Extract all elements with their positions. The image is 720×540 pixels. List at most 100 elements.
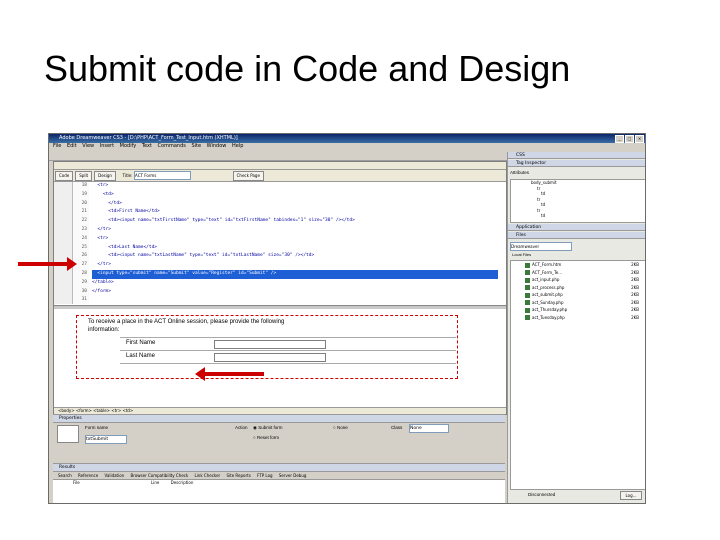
code-line: <tr> (92, 235, 109, 241)
line-number: 30 (81, 288, 87, 294)
menu-bar: File Edit View Insert Modify Text Comman… (49, 143, 507, 150)
properties-header[interactable]: Properties (53, 415, 505, 423)
menu-insert[interactable]: Insert (100, 143, 114, 149)
menu-window[interactable]: Window (207, 143, 227, 149)
file-size: 2KB (631, 269, 639, 275)
results-tabs: Search Reference Validation Browser Comp… (53, 472, 505, 480)
table-row-divider (120, 337, 456, 338)
line-number: 24 (81, 235, 87, 241)
first-name-label: First Name (126, 340, 156, 346)
maximize-icon[interactable]: □ (625, 135, 634, 143)
split-view-button[interactable]: Split (75, 171, 93, 181)
document-tabs (54, 162, 506, 170)
application-panel-header[interactable]: Application (508, 224, 645, 231)
menu-file[interactable]: File (53, 143, 61, 149)
title-input[interactable]: ACT Forms (134, 171, 192, 180)
column-description: Description (170, 480, 194, 485)
coding-toolbar (54, 182, 73, 304)
results-tab[interactable]: FTP Log (257, 473, 273, 478)
file-row[interactable]: act_Tuesday.php 2KB (511, 314, 645, 322)
line-numbers: 18 19 20 21 22 23 24 25 26 27 28 29 30 3… (73, 182, 89, 304)
file-row[interactable]: act_input.php 2KB (511, 276, 645, 284)
menu-site[interactable]: Site (191, 143, 201, 149)
file-name: act_process.php (532, 284, 565, 290)
reset-form-radio[interactable]: ○ Reset form (253, 435, 279, 440)
menu-commands[interactable]: Commands (158, 143, 186, 149)
file-size: 2KB (631, 262, 639, 267)
properties-panel: Properties Form name txtSubmit Action ◉ … (53, 414, 505, 463)
log-button[interactable]: Log... (620, 491, 642, 500)
code-line: </tr> (92, 226, 111, 232)
file-name: act_Thursday.php (532, 307, 568, 312)
table-row-divider (120, 363, 456, 364)
code-line: </tr> (92, 262, 111, 268)
results-tab[interactable]: Link Checker (194, 473, 220, 478)
file-size: 2KB (631, 299, 639, 305)
file-row[interactable]: act_Thursday.php 2KB (511, 306, 645, 314)
file-size: 2KB (631, 292, 639, 297)
tree-node[interactable]: td (511, 213, 645, 219)
files-panel-header[interactable]: Files (508, 232, 645, 239)
column-file: File (73, 480, 80, 485)
column-line: Line (150, 480, 160, 485)
results-tab[interactable]: Validation (104, 473, 124, 478)
results-tab[interactable]: Server Debug (279, 473, 307, 478)
file-name: act_Tuesday.php (532, 314, 565, 320)
file-name: ACT_Form_Te... (532, 269, 563, 275)
menu-text[interactable]: Text (142, 143, 152, 149)
file-row[interactable]: ACT_Form_Te... 2KB (511, 269, 645, 277)
line-number: 20 (81, 200, 87, 206)
right-panel-group: CSS Tag Inspector Attributes body_submit… (507, 152, 645, 503)
file-row[interactable]: act_submit.php 2KB (511, 291, 645, 299)
dreamweaver-window: Adobe Dreamweaver CS3 - [D:\PHP\ACT_Form… (48, 133, 646, 504)
none-radio[interactable]: ○ None (333, 425, 348, 430)
title-label: Title: (122, 173, 133, 178)
insert-toolbar (49, 150, 507, 161)
results-tab[interactable]: Search (58, 473, 72, 478)
results-tab[interactable]: Site Reports (226, 473, 250, 478)
menu-modify[interactable]: Modify (120, 143, 137, 149)
results-tab[interactable]: Browser Compatibility Check (131, 473, 189, 478)
results-columns: File Line Description (53, 480, 505, 486)
code-line: <td><input name="txtLastName" type="text… (92, 253, 315, 259)
document-panel: Code Split Design Title: ACT Forms Check P… (53, 161, 507, 415)
window-title-bar: Adobe Dreamweaver CS3 - [D:\PHP\ACT_Form… (49, 134, 645, 143)
results-header[interactable]: Results (53, 464, 505, 472)
class-label: Class (391, 425, 403, 430)
menu-view[interactable]: View (82, 143, 94, 149)
file-row[interactable]: act_Sunday.php 2KB (511, 299, 645, 307)
table-row-divider (120, 350, 456, 351)
results-tab[interactable]: Reference (78, 473, 98, 478)
none-label: None (336, 425, 348, 430)
submit-form-radio[interactable]: ◉ Submit form (253, 425, 282, 431)
design-view[interactable]: To receive a place in the ACT Online ses… (54, 309, 506, 407)
file-row[interactable]: ACT_Form.htm 2KB (511, 261, 645, 269)
code-view-button[interactable]: Code (55, 171, 74, 181)
line-number: 22 (81, 218, 87, 224)
menu-help[interactable]: Help (232, 143, 243, 149)
class-select[interactable]: None (409, 424, 449, 433)
first-name-field[interactable] (214, 340, 326, 349)
last-name-label: Last Name (126, 353, 156, 359)
check-page-button[interactable]: Check Page (232, 171, 264, 181)
code-line: </td> (92, 200, 122, 206)
intro-line-2: information: (88, 327, 120, 333)
tag-selector[interactable]: <body> <form> <table> <tr> <td> (54, 407, 506, 414)
css-panel-header[interactable]: CSS (508, 152, 645, 159)
code-line: <tr> (92, 183, 109, 188)
tag-inspector-header[interactable]: Tag Inspector (508, 160, 645, 167)
submit-form-label: Submit form (258, 425, 283, 430)
last-name-field[interactable] (214, 353, 326, 362)
close-icon[interactable]: × (635, 135, 644, 143)
site-select[interactable]: Dreamweaver (510, 242, 572, 251)
menu-edit[interactable]: Edit (67, 143, 77, 149)
design-view-button[interactable]: Design (94, 171, 116, 181)
connection-status: Disconnected (528, 492, 556, 497)
file-row[interactable]: act_process.php 2KB (511, 284, 645, 292)
tag-selector-path[interactable]: <body> <form> <table> <tr> <td> (58, 408, 133, 413)
form-name-input[interactable]: txtSubmit (85, 435, 127, 444)
code-view[interactable]: 18 19 20 21 22 23 24 25 26 27 28 29 30 3… (54, 182, 506, 304)
action-label: Action (235, 425, 248, 430)
file-name: ACT_Form.htm (532, 262, 562, 267)
minimize-icon[interactable]: _ (615, 135, 624, 143)
